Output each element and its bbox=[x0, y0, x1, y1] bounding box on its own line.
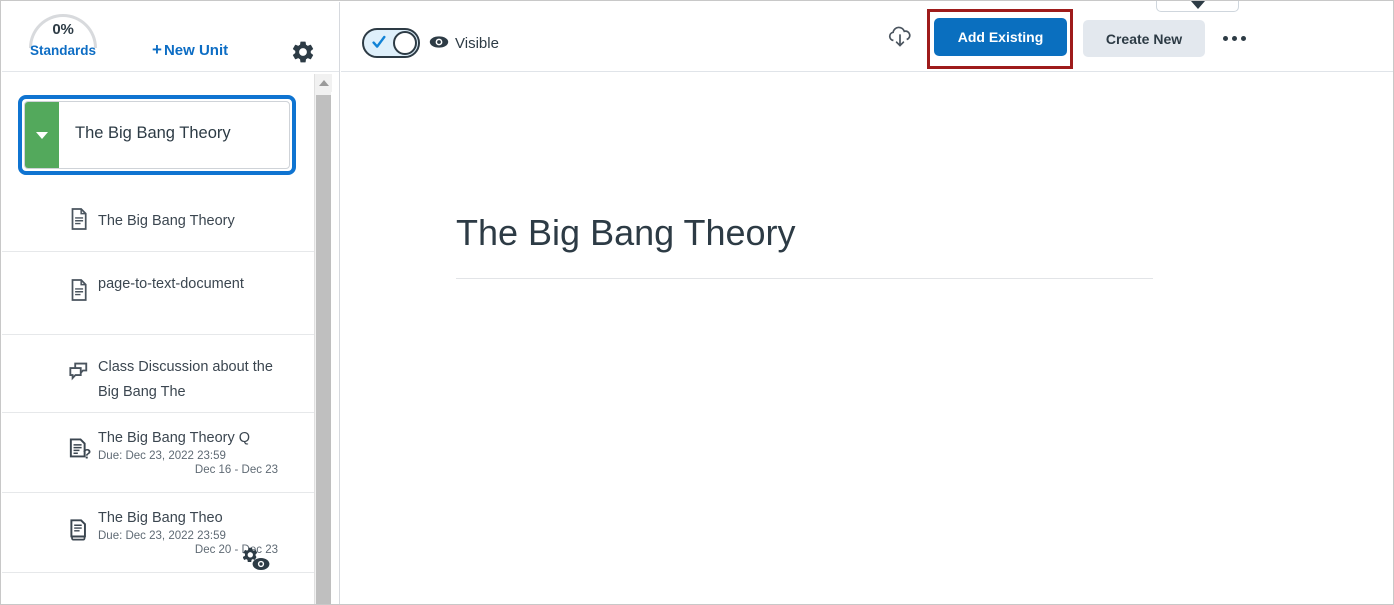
title-divider bbox=[456, 278, 1153, 279]
assignment-document-icon bbox=[66, 516, 92, 542]
list-item-text: Class Discussion about the Big Bang The bbox=[98, 355, 274, 405]
unit-expand-toggle[interactable] bbox=[25, 102, 59, 168]
page-document-icon bbox=[66, 277, 92, 303]
cloud-download-icon[interactable] bbox=[885, 24, 915, 52]
new-unit-button[interactable]: + New Unit bbox=[152, 40, 228, 60]
module-item-list: The Big Bang Theory page-to-text-documen… bbox=[2, 187, 314, 604]
standards-percent: 0% bbox=[52, 21, 74, 38]
list-item[interactable]: The Big Bang Theory bbox=[2, 187, 314, 252]
list-item-due-date: Due: Dec 23, 2022 23:59 bbox=[98, 530, 226, 542]
list-item-title: The Big Bang Theo bbox=[98, 510, 223, 526]
list-item-title: page-to-text-document bbox=[98, 276, 244, 292]
toggle-knob[interactable] bbox=[393, 31, 417, 55]
unit-header-inner: The Big Bang Theory bbox=[24, 101, 290, 169]
list-item-date-range: Dec 20 - Dec 23 bbox=[194, 544, 278, 556]
list-item[interactable]: ? The Big Bang Theory Q Due: Dec 23, 202… bbox=[2, 413, 314, 493]
svg-text:?: ? bbox=[83, 446, 92, 462]
content-toolbar: Visible Add Existing Create New bbox=[341, 1, 1393, 72]
visibility-label: Visible bbox=[455, 35, 499, 52]
list-item[interactable]: Class Discussion about the Big Bang The bbox=[2, 335, 314, 413]
discussion-icon bbox=[66, 359, 92, 385]
scrollbar-thumb[interactable] bbox=[316, 95, 331, 604]
ellipsis-dot bbox=[1231, 35, 1237, 41]
content-panel: Visible Add Existing Create New The Big … bbox=[341, 1, 1393, 604]
scroll-up-arrow-icon[interactable] bbox=[315, 74, 332, 92]
application-window: 0% Standards + New Unit The Big Bang The… bbox=[0, 0, 1394, 605]
list-item-text: The Big Bang Theory bbox=[98, 211, 235, 232]
gear-eye-icon[interactable] bbox=[242, 547, 271, 573]
list-item-text: The Big Bang Theo Due: Dec 23, 2022 23:5… bbox=[98, 508, 298, 544]
eye-icon bbox=[429, 34, 449, 50]
chevron-down-icon bbox=[1190, 1, 1205, 9]
ellipsis-icon[interactable] bbox=[1214, 26, 1254, 50]
list-item-text: The Big Bang Theory Q Due: Dec 23, 2022 … bbox=[98, 428, 298, 464]
gear-icon[interactable] bbox=[290, 39, 316, 65]
check-icon bbox=[372, 34, 386, 51]
list-item-date-range: Dec 16 - Dec 23 bbox=[194, 464, 278, 476]
list-item[interactable]: page-to-text-document bbox=[2, 252, 314, 335]
standards-label: Standards bbox=[29, 43, 97, 58]
new-unit-label: New Unit bbox=[163, 42, 229, 59]
ellipsis-dot bbox=[1240, 35, 1246, 41]
list-item-title: The Big Bang Theory Q bbox=[98, 430, 251, 446]
plus-icon: + bbox=[152, 40, 162, 59]
page-document-icon bbox=[66, 206, 92, 232]
caret-down-icon bbox=[36, 131, 48, 139]
unit-header-the-big-bang-theory[interactable]: The Big Bang Theory bbox=[18, 95, 296, 175]
sidebar-header: 0% Standards + New Unit bbox=[2, 2, 339, 72]
add-existing-button[interactable]: Add Existing bbox=[934, 18, 1067, 56]
unit-title: The Big Bang Theory bbox=[75, 124, 231, 142]
sidebar-scrollbar[interactable] bbox=[314, 74, 332, 604]
list-item-due-date: Due: Dec 23, 2022 23:59 bbox=[98, 450, 226, 462]
visibility-toggle[interactable] bbox=[362, 28, 420, 58]
list-item-text: page-to-text-document bbox=[98, 272, 268, 297]
course-modules-sidebar: 0% Standards + New Unit The Big Bang The… bbox=[2, 2, 340, 604]
create-new-button[interactable]: Create New bbox=[1083, 20, 1205, 57]
quiz-document-icon: ? bbox=[66, 436, 92, 462]
top-dropdown[interactable] bbox=[1156, 1, 1239, 12]
list-item-title: Class Discussion about the Big Bang The bbox=[98, 359, 273, 400]
list-item-title: The Big Bang Theory bbox=[98, 213, 235, 229]
standards-progress-gauge[interactable]: 0% Standards bbox=[23, 12, 103, 64]
page-title: The Big Bang Theory bbox=[456, 212, 796, 253]
ellipsis-dot bbox=[1222, 35, 1228, 41]
